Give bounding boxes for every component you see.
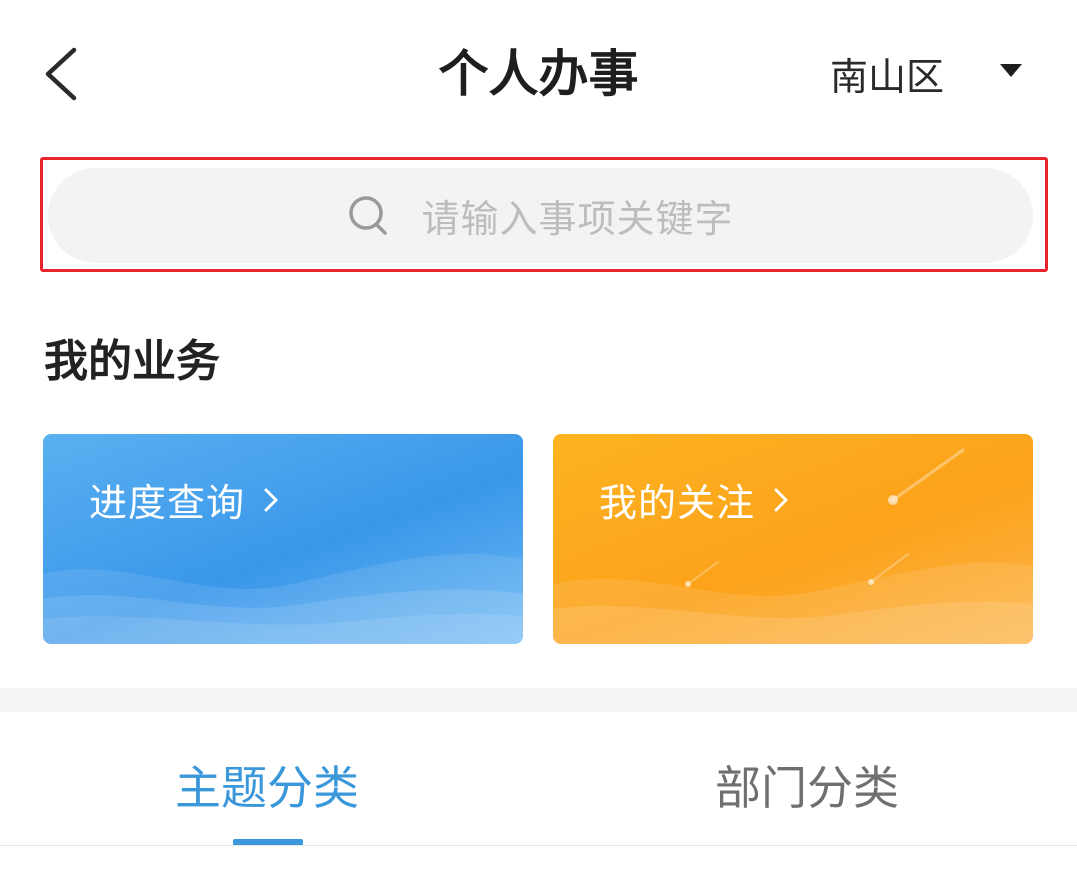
page: 个人办事 南山区 请输入事项关键字 我的业务 进度查询 我的关注 主题分类 部门… xyxy=(0,0,1077,881)
search-placeholder: 请输入事项关键字 xyxy=(421,197,734,241)
card-label: 进度查询 xyxy=(89,472,281,527)
region-label: 南山区 xyxy=(830,54,945,99)
wave-decoration xyxy=(43,554,523,644)
tab-department-category[interactable]: 部门分类 xyxy=(715,752,899,818)
caret-down-icon xyxy=(1000,64,1022,77)
card-label: 我的关注 xyxy=(599,472,791,527)
card-label-text: 进度查询 xyxy=(89,481,246,525)
section-title: 我的业务 xyxy=(44,336,220,387)
tab-topic-category[interactable]: 主题分类 xyxy=(175,752,359,818)
my-follows-card[interactable]: 我的关注 xyxy=(553,434,1033,644)
card-label-text: 我的关注 xyxy=(599,481,756,525)
shooting-star-decoration xyxy=(553,448,1033,644)
chevron-right-icon xyxy=(774,488,788,511)
chevron-right-icon xyxy=(264,488,278,511)
section-divider xyxy=(0,688,1077,712)
search-input[interactable]: 请输入事项关键字 xyxy=(48,168,1033,263)
header: 个人办事 南山区 xyxy=(0,0,1077,150)
search-icon xyxy=(349,195,388,235)
region-selector[interactable]: 南山区 xyxy=(820,40,1050,106)
category-tabs: 主题分类 部门分类 xyxy=(0,712,1077,846)
progress-query-card[interactable]: 进度查询 xyxy=(43,434,523,644)
tabs-divider xyxy=(0,845,1077,846)
